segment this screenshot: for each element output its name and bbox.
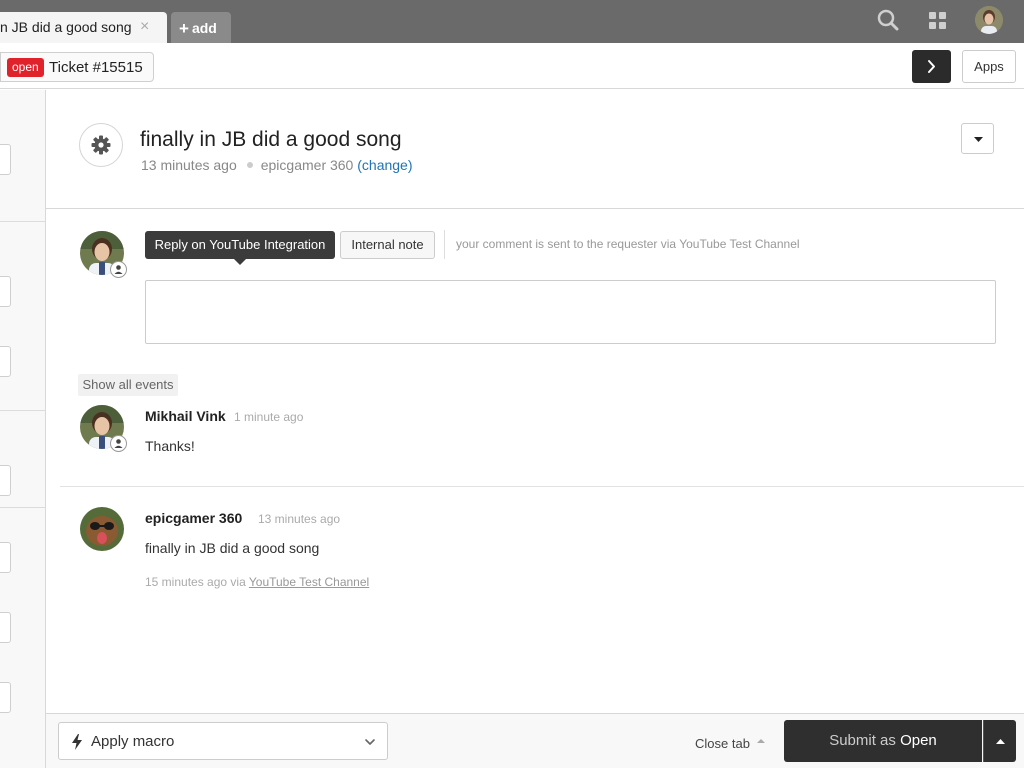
reply-tab-pointer (234, 259, 246, 265)
agent-badge-icon (110, 261, 127, 278)
caret-up-icon (996, 739, 1005, 744)
apply-macro-select[interactable]: Apply macro (58, 722, 388, 760)
agent-badge-icon (110, 435, 127, 452)
comment-author: Mikhail Vink (145, 408, 226, 424)
composer-separator (444, 230, 445, 259)
chevron-down-icon (365, 739, 375, 745)
status-badge: open (7, 58, 44, 77)
submit-options-button[interactable] (983, 720, 1016, 762)
submit-button[interactable]: Submit as Open (784, 720, 982, 762)
expand-apps-button[interactable] (912, 50, 951, 83)
ticket-options-button[interactable] (961, 123, 994, 154)
top-bar: n JB did a good song × + add (0, 0, 1024, 43)
ticket-time-ago: 13 minutes ago (141, 157, 237, 173)
ticket-meta: 13 minutes ago epicgamer 360 (change) (141, 157, 413, 173)
comment-input[interactable] (145, 280, 996, 344)
sidebar-divider (0, 410, 46, 411)
comment-body: finally in JB did a good song (145, 540, 320, 556)
user-avatar[interactable] (975, 6, 1003, 34)
header-divider (46, 208, 1024, 209)
submit-prefix: Submit as (829, 732, 896, 749)
apps-button[interactable]: Apps (962, 50, 1016, 83)
properties-sidebar (0, 90, 46, 768)
tab-title: n JB did a good song (0, 19, 132, 35)
separator-dot (246, 162, 253, 168)
comment-divider (60, 486, 1024, 487)
sidebar-field[interactable] (0, 276, 11, 307)
show-all-events-button[interactable]: Show all events (78, 374, 178, 396)
apps-grid-icon[interactable] (925, 8, 951, 34)
sidebar-field[interactable] (0, 465, 11, 496)
requester-name: epicgamer 360 (260, 157, 354, 173)
close-tab-button[interactable]: Close tab (695, 736, 766, 751)
ticket-label: Ticket #15515 (49, 59, 143, 76)
sidebar-field[interactable] (0, 612, 11, 643)
plus-icon: + (179, 19, 189, 38)
caret-down-icon (974, 137, 983, 142)
tab-close-icon[interactable]: × (140, 18, 149, 36)
caret-up-icon (756, 739, 765, 743)
gear-icon (91, 135, 111, 155)
comment-time: 13 minutes ago (258, 512, 341, 526)
comment-source-via: via (230, 575, 246, 589)
reply-channel-tab[interactable]: Reply on YouTube Integration (145, 231, 335, 259)
tab-ticket[interactable]: n JB did a good song × (0, 12, 167, 43)
comment-body: Thanks! (145, 438, 195, 454)
add-tab-button[interactable]: + add (171, 12, 231, 43)
internal-note-tab[interactable]: Internal note (340, 231, 435, 259)
sidebar-divider (0, 221, 46, 222)
ticket-settings-button[interactable] (79, 123, 123, 167)
ticket-subject: finally in JB did a good song (140, 128, 402, 151)
apply-macro-label: Apply macro (91, 733, 175, 750)
comment-author: epicgamer 360 (145, 510, 243, 526)
comment-source-time: 15 minutes ago (145, 575, 228, 589)
submit-status: Open (900, 732, 937, 749)
composer-hint: your comment is sent to the requester vi… (456, 237, 800, 251)
ticket-bar: open Ticket #15515 (0, 43, 1024, 89)
add-tab-label: add (191, 20, 217, 36)
comment-source-channel-link[interactable]: YouTube Test Channel (249, 575, 369, 589)
close-tab-label: Close tab (695, 736, 750, 751)
sidebar-field[interactable] (0, 682, 11, 713)
ticket-tab[interactable]: open Ticket #15515 (0, 52, 154, 82)
sidebar-divider (0, 507, 46, 508)
search-icon[interactable] (876, 8, 902, 34)
sidebar-field[interactable] (0, 346, 11, 377)
lightning-icon (72, 734, 82, 750)
comment-avatar-epicgamer (80, 507, 124, 551)
chevron-right-icon (928, 60, 935, 73)
comment-time: 1 minute ago (234, 410, 304, 424)
comment-source-meta: 15 minutes ago via YouTube Test Channel (145, 575, 369, 589)
sidebar-field[interactable] (0, 144, 11, 175)
sidebar-field[interactable] (0, 542, 11, 573)
change-requester-link[interactable]: (change) (357, 157, 412, 173)
